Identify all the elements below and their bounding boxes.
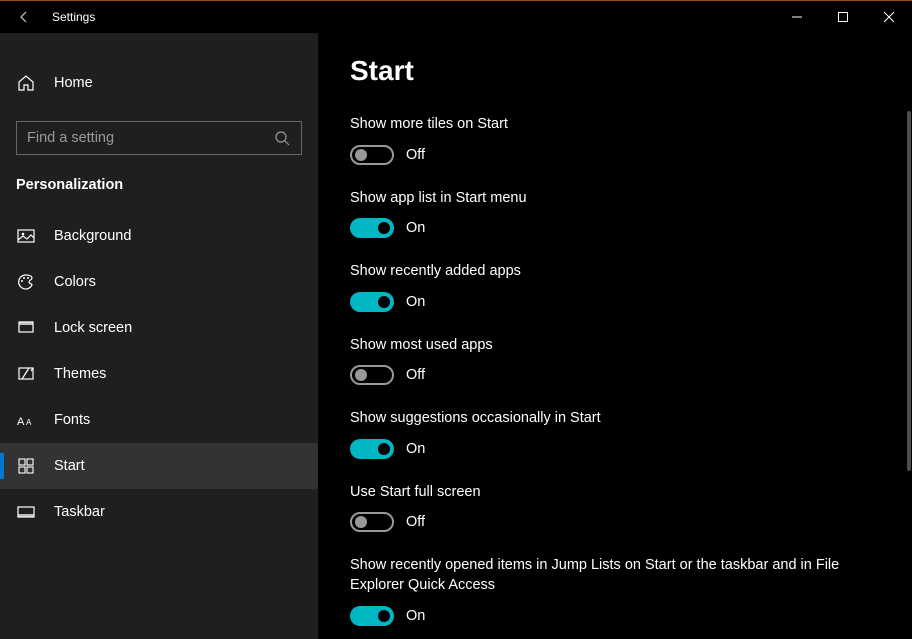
lockscreen-icon: [16, 318, 36, 338]
setting-group: Show suggestions occasionally in Start On: [350, 409, 870, 459]
titlebar: Settings: [0, 1, 912, 33]
nav-label: Themes: [54, 366, 106, 382]
start-icon: [16, 456, 36, 476]
sidebar-item-colors[interactable]: Colors: [0, 259, 318, 305]
home-label: Home: [54, 75, 93, 91]
setting-label: Show suggestions occasionally in Start: [350, 409, 870, 429]
setting-group: Show most used apps Off: [350, 336, 870, 386]
content-area: Start Show more tiles on Start Off Show ap…: [318, 33, 912, 639]
nav-list: Background Colors Lock screen: [0, 213, 318, 535]
search-input[interactable]: [27, 130, 273, 146]
toggle-state-text: Off: [406, 147, 425, 163]
minimize-button[interactable]: [774, 1, 820, 33]
setting-label: Show most used apps: [350, 336, 870, 356]
picture-icon: [16, 226, 36, 246]
nav-label: Fonts: [54, 412, 90, 428]
section-header: Personalization: [0, 155, 318, 203]
toggle-switch[interactable]: [350, 606, 394, 626]
sidebar-item-start[interactable]: Start: [0, 443, 318, 489]
nav-label: Lock screen: [54, 320, 132, 336]
toggle-state-text: On: [406, 294, 425, 310]
setting-label: Show app list in Start menu: [350, 189, 870, 209]
taskbar-icon: [16, 502, 36, 522]
nav-label: Taskbar: [54, 504, 105, 520]
fonts-icon: AA: [16, 410, 36, 430]
nav-label: Background: [54, 228, 131, 244]
setting-group: Show recently added apps On: [350, 262, 870, 312]
scrollbar-thumb[interactable]: [907, 111, 911, 471]
nav-label: Start: [54, 458, 85, 474]
setting-group: Show recently opened items in Jump Lists…: [350, 556, 870, 625]
toggle-switch[interactable]: [350, 218, 394, 238]
themes-icon: [16, 364, 36, 384]
nav-label: Colors: [54, 274, 96, 290]
setting-label: Use Start full screen: [350, 483, 870, 503]
toggle-state-text: On: [406, 220, 425, 236]
palette-icon: [16, 272, 36, 292]
toggle-state-text: On: [406, 608, 425, 624]
setting-label: Show more tiles on Start: [350, 115, 870, 135]
toggle-switch[interactable]: [350, 365, 394, 385]
sidebar-item-lockscreen[interactable]: Lock screen: [0, 305, 318, 351]
home-icon: [16, 74, 36, 92]
search-box[interactable]: [16, 121, 302, 155]
back-button[interactable]: [0, 1, 48, 33]
search-icon: [273, 130, 291, 146]
sidebar-item-fonts[interactable]: AA Fonts: [0, 397, 318, 443]
home-nav[interactable]: Home: [0, 63, 318, 103]
toggle-switch[interactable]: [350, 512, 394, 532]
maximize-button[interactable]: [820, 1, 866, 33]
page-title: Start: [350, 55, 880, 87]
toggle-switch[interactable]: [350, 439, 394, 459]
window-title: Settings: [48, 10, 95, 24]
svg-text:A: A: [26, 418, 32, 427]
setting-group: Show more tiles on Start Off: [350, 115, 870, 165]
setting-label: Show recently added apps: [350, 262, 870, 282]
toggle-switch[interactable]: [350, 145, 394, 165]
setting-group: Show app list in Start menu On: [350, 189, 870, 239]
close-button[interactable]: [866, 1, 912, 33]
toggle-state-text: On: [406, 441, 425, 457]
toggle-state-text: Off: [406, 367, 425, 383]
sidebar-item-themes[interactable]: Themes: [0, 351, 318, 397]
setting-group: Use Start full screen Off: [350, 483, 870, 533]
sidebar: Home Personalization Background: [0, 33, 318, 639]
sidebar-item-taskbar[interactable]: Taskbar: [0, 489, 318, 535]
toggle-switch[interactable]: [350, 292, 394, 312]
toggle-state-text: Off: [406, 514, 425, 530]
setting-label: Show recently opened items in Jump Lists…: [350, 556, 870, 595]
vertical-scrollbar[interactable]: [907, 33, 911, 639]
svg-text:A: A: [17, 416, 25, 427]
sidebar-item-background[interactable]: Background: [0, 213, 318, 259]
